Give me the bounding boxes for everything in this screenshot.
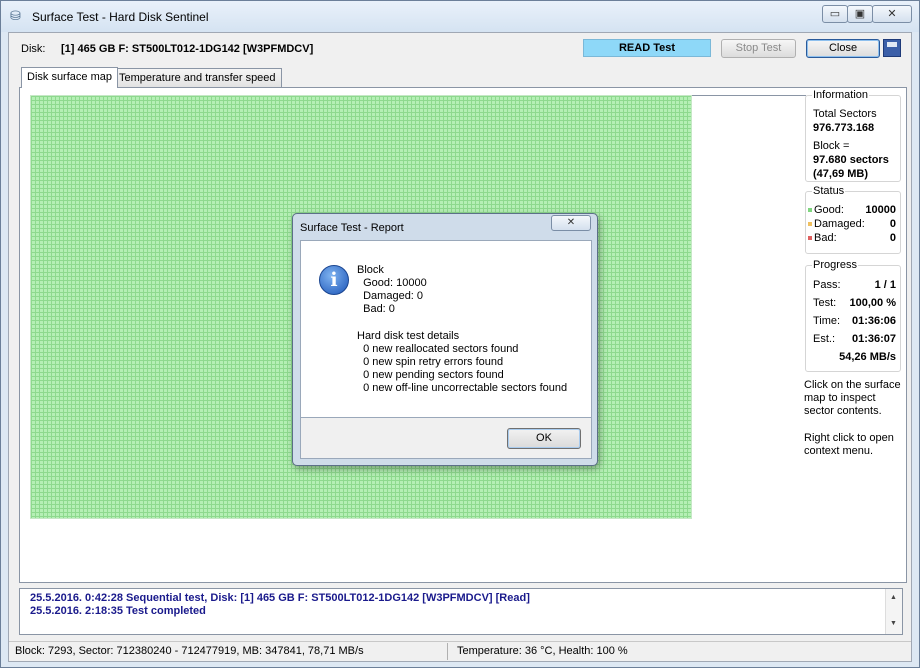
minimize-icon: ▭ xyxy=(829,8,841,20)
ok-button[interactable]: OK xyxy=(507,428,581,449)
damaged-row: Damaged: xyxy=(808,218,865,230)
hint-line: context menu. xyxy=(804,445,874,457)
hint-inspect: Click on the surface map to inspect sect… xyxy=(804,379,904,418)
status-block-info: Block: 7293, Sector: 712380240 - 7124779… xyxy=(15,645,364,657)
report-line: 0 new pending sectors found xyxy=(357,369,504,381)
report-dialog: Surface Test - Report ✕ i Block Good: 10… xyxy=(292,213,598,466)
est-value: 01:36:07 xyxy=(851,333,896,345)
hint-line: Click on the surface xyxy=(804,379,901,391)
hint-line: Right click to open xyxy=(804,432,894,444)
tab-temperature-transfer-speed[interactable]: Temperature and transfer speed xyxy=(113,68,282,87)
divider xyxy=(692,95,806,96)
information-group: Information Total Sectors 976.773.168 Bl… xyxy=(805,89,901,182)
disk-value: [1] 465 GB F: ST500LT012-1DG142 [W3PFMDC… xyxy=(61,43,314,55)
speed-value: 54,26 MB/s xyxy=(839,351,896,363)
disk-label: Disk: xyxy=(21,43,46,55)
status-temperature-health: Temperature: 36 °C, Health: 100 % xyxy=(457,645,628,657)
app-window: ⛁ Surface Test - Hard Disk Sentinel ▭ ▣ … xyxy=(0,0,920,668)
total-sectors-value: 976.773.168 xyxy=(813,122,875,134)
close-icon: ✕ xyxy=(566,217,576,228)
bad-row: Bad: xyxy=(808,232,837,244)
tab-disk-surface-map[interactable]: Disk surface map xyxy=(21,67,118,88)
information-icon: i xyxy=(319,265,349,295)
good-label: Good: xyxy=(814,204,844,216)
time-value: 01:36:06 xyxy=(851,315,896,327)
status-bar: Block: 7293, Sector: 712380240 - 7124779… xyxy=(9,641,911,661)
block-sectors: 97.680 sectors xyxy=(813,154,889,166)
maximize-button[interactable]: ▣ xyxy=(847,5,873,23)
save-icon[interactable] xyxy=(883,39,901,57)
hint-context-menu: Right click to open context menu. xyxy=(804,432,904,458)
status-title: Status xyxy=(812,185,846,197)
bad-label: Bad: xyxy=(814,232,837,244)
status-group: Status Good: 10000 Damaged: 0 Bad: 0 xyxy=(805,185,901,254)
close-icon: ✕ xyxy=(887,8,897,20)
report-line: Damaged: 0 xyxy=(357,290,424,302)
progress-title: Progress xyxy=(812,259,859,271)
total-sectors-label: Total Sectors xyxy=(813,108,877,120)
good-swatch-icon xyxy=(808,208,812,213)
report-line: 0 new reallocated sectors found xyxy=(357,343,519,355)
test-value: 100,00 % xyxy=(849,297,896,309)
report-line: Hard disk test details xyxy=(357,330,460,342)
event-log[interactable]: 25.5.2016. 0:42:28 Sequential test, Disk… xyxy=(19,588,903,635)
close-button[interactable]: Close xyxy=(806,39,880,58)
minimize-button[interactable]: ▭ xyxy=(822,5,848,23)
log-scrollbar[interactable]: ▲ ▼ xyxy=(885,589,902,634)
log-entry: 25.5.2016. 0:42:28 Sequential test, Disk… xyxy=(30,592,530,604)
good-value: 10000 xyxy=(865,204,896,216)
status-separator xyxy=(447,643,448,660)
block-label: Block = xyxy=(813,140,850,152)
title-bar: ⛁ Surface Test - Hard Disk Sentinel ▭ ▣ … xyxy=(1,1,919,32)
report-line: Bad: 0 xyxy=(357,303,395,315)
maximize-icon: ▣ xyxy=(854,8,866,20)
est-label: Est.: xyxy=(813,333,836,345)
block-mb: (47,69 MB) xyxy=(813,168,869,180)
damaged-value: 0 xyxy=(889,218,896,230)
progress-group: Progress Pass: 1 / 1 Test: 100,00 % Time… xyxy=(805,259,901,372)
information-title: Information xyxy=(812,89,870,101)
report-line: Block xyxy=(357,264,384,276)
scroll-down-icon[interactable]: ▼ xyxy=(890,620,897,627)
dialog-close-button[interactable]: ✕ xyxy=(551,215,591,231)
time-label: Time: xyxy=(813,315,841,327)
disk-app-icon: ⛁ xyxy=(10,8,21,23)
test-label: Test: xyxy=(813,297,837,309)
hint-line: map to inspect xyxy=(804,392,876,404)
pass-value: 1 / 1 xyxy=(874,279,896,291)
pass-label: Pass: xyxy=(813,279,841,291)
damaged-swatch-icon xyxy=(808,222,812,227)
dialog-footer: OK xyxy=(300,418,592,459)
hint-line: sector contents. xyxy=(804,405,882,417)
report-line: 0 new off-line uncorrectable sectors fou… xyxy=(357,382,568,394)
stop-test-button[interactable]: Stop Test xyxy=(721,39,796,58)
window-title: Surface Test - Hard Disk Sentinel xyxy=(32,10,209,24)
bad-swatch-icon xyxy=(808,236,812,241)
good-row: Good: xyxy=(808,204,844,216)
report-line: 0 new spin retry errors found xyxy=(357,356,504,368)
scroll-up-icon[interactable]: ▲ xyxy=(890,594,897,601)
dialog-body: i Block Good: 10000 Damaged: 0 Bad: 0 Ha… xyxy=(300,240,592,418)
bad-value: 0 xyxy=(889,232,896,244)
read-test-indicator: READ Test xyxy=(583,39,711,57)
log-entry: 25.5.2016. 2:18:35 Test completed xyxy=(30,605,206,617)
window-close-button[interactable]: ✕ xyxy=(872,5,912,23)
dialog-title: Surface Test - Report xyxy=(300,222,404,234)
report-line: Good: 10000 xyxy=(357,277,427,289)
damaged-label: Damaged: xyxy=(814,218,865,230)
